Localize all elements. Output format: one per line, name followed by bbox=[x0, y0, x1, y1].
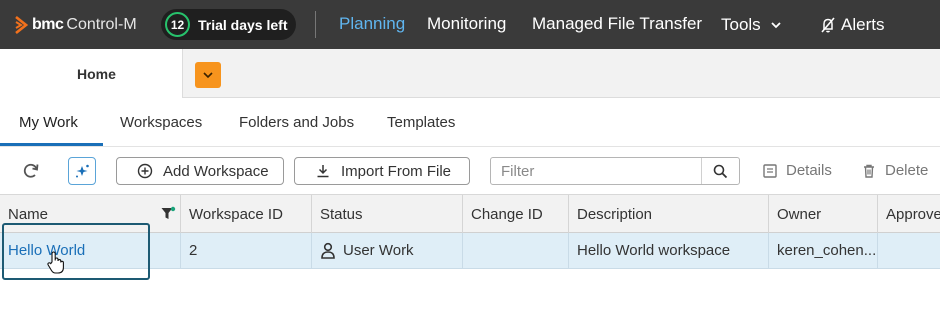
delete-button[interactable]: Delete bbox=[861, 162, 928, 179]
cell-approve bbox=[878, 233, 940, 268]
owner-value: keren_cohen... bbox=[777, 242, 877, 259]
column-header-description[interactable]: Description bbox=[569, 195, 769, 233]
trial-days-label: Trial days left bbox=[198, 16, 288, 33]
cell-workspace-id: 2 bbox=[181, 233, 312, 268]
add-workspace-button[interactable]: Add Workspace bbox=[116, 157, 284, 185]
focus-highlight-box bbox=[2, 223, 150, 280]
search-button[interactable] bbox=[701, 158, 739, 184]
status-value: User Work bbox=[343, 242, 414, 259]
cell-change-id bbox=[463, 233, 569, 268]
column-header-approve[interactable]: Approve bbox=[878, 195, 940, 233]
details-icon bbox=[763, 163, 777, 178]
toolbar: Add Workspace Import From File Details bbox=[0, 147, 940, 194]
subtab-templates[interactable]: Templates bbox=[387, 114, 455, 131]
user-icon bbox=[321, 242, 335, 259]
brand-name: bmc bbox=[32, 16, 64, 33]
subtab-my-work[interactable]: My Work bbox=[19, 114, 78, 131]
refresh-icon bbox=[23, 163, 39, 178]
cell-description: Hello World workspace bbox=[569, 233, 769, 268]
cell-owner: keren_cohen... bbox=[769, 233, 878, 268]
sparkle-icon bbox=[76, 164, 89, 178]
filter-field[interactable] bbox=[490, 157, 740, 185]
add-workspace-label: Add Workspace bbox=[163, 162, 269, 180]
bmc-logo[interactable]: bmc Control-M bbox=[14, 14, 137, 36]
column-header-label: Change ID bbox=[471, 206, 543, 223]
column-header-owner[interactable]: Owner bbox=[769, 195, 878, 233]
column-header-label: Workspace ID bbox=[189, 206, 283, 223]
nav-monitoring[interactable]: Monitoring bbox=[427, 14, 506, 36]
workspace-subtabs: My Work Workspaces Folders and Jobs Temp… bbox=[0, 98, 940, 147]
import-from-file-label: Import From File bbox=[341, 162, 452, 180]
column-header-label: Status bbox=[320, 206, 363, 223]
subtab-folders-and-jobs[interactable]: Folders and Jobs bbox=[239, 114, 354, 131]
ai-assist-button[interactable] bbox=[68, 157, 96, 185]
description-value: Hello World workspace bbox=[577, 242, 731, 259]
column-header-label: Approve bbox=[886, 206, 940, 223]
column-header-change-id[interactable]: Change ID bbox=[463, 195, 569, 233]
search-icon bbox=[713, 164, 728, 178]
trial-days-count: 12 bbox=[165, 12, 190, 37]
plus-circle-icon bbox=[137, 163, 153, 179]
column-header-status[interactable]: Status bbox=[312, 195, 463, 233]
tab-home-label: Home bbox=[77, 66, 116, 82]
download-icon bbox=[317, 165, 329, 178]
refresh-button[interactable] bbox=[17, 157, 45, 185]
bmc-logo-icon bbox=[15, 16, 28, 34]
nav-tools[interactable]: Tools bbox=[721, 14, 782, 36]
nav-alerts[interactable]: Alerts bbox=[819, 14, 884, 36]
workspace-id-value: 2 bbox=[189, 242, 198, 259]
trash-icon bbox=[864, 164, 874, 178]
filter-funnel-icon[interactable] bbox=[160, 206, 176, 222]
active-tab-indicator bbox=[0, 143, 103, 146]
nav-managed-file-transfer[interactable]: Managed File Transfer bbox=[532, 14, 702, 36]
chevron-down-icon bbox=[771, 22, 781, 29]
details-button[interactable]: Details bbox=[762, 162, 832, 179]
nav-planning[interactable]: Planning bbox=[339, 14, 405, 36]
product-name: Control-M bbox=[66, 16, 137, 33]
delete-label: Delete bbox=[885, 162, 929, 179]
tab-menu-button[interactable] bbox=[195, 62, 221, 88]
details-label: Details bbox=[786, 162, 832, 179]
nav-divider bbox=[315, 11, 316, 38]
trial-days-badge[interactable]: 12 Trial days left bbox=[161, 9, 296, 40]
import-from-file-button[interactable]: Import From File bbox=[294, 157, 470, 185]
column-header-workspace-id[interactable]: Workspace ID bbox=[181, 195, 312, 233]
tab-strip: Home bbox=[0, 49, 940, 98]
hand-pointer-icon bbox=[47, 251, 64, 274]
subtab-workspaces[interactable]: Workspaces bbox=[120, 114, 202, 131]
chevron-down-icon bbox=[203, 72, 213, 79]
tab-home[interactable]: Home bbox=[0, 49, 183, 98]
bell-muted-icon bbox=[821, 17, 835, 33]
cell-status: User Work bbox=[312, 233, 463, 268]
filter-input[interactable] bbox=[491, 158, 701, 184]
nav-alerts-label: Alerts bbox=[841, 15, 885, 34]
nav-tools-label: Tools bbox=[721, 15, 761, 34]
column-header-label: Name bbox=[8, 206, 49, 223]
column-header-label: Description bbox=[577, 206, 653, 223]
column-header-label: Owner bbox=[777, 206, 822, 223]
top-navigation-bar: bmc Control-M 12 Trial days left Plannin… bbox=[0, 0, 940, 49]
